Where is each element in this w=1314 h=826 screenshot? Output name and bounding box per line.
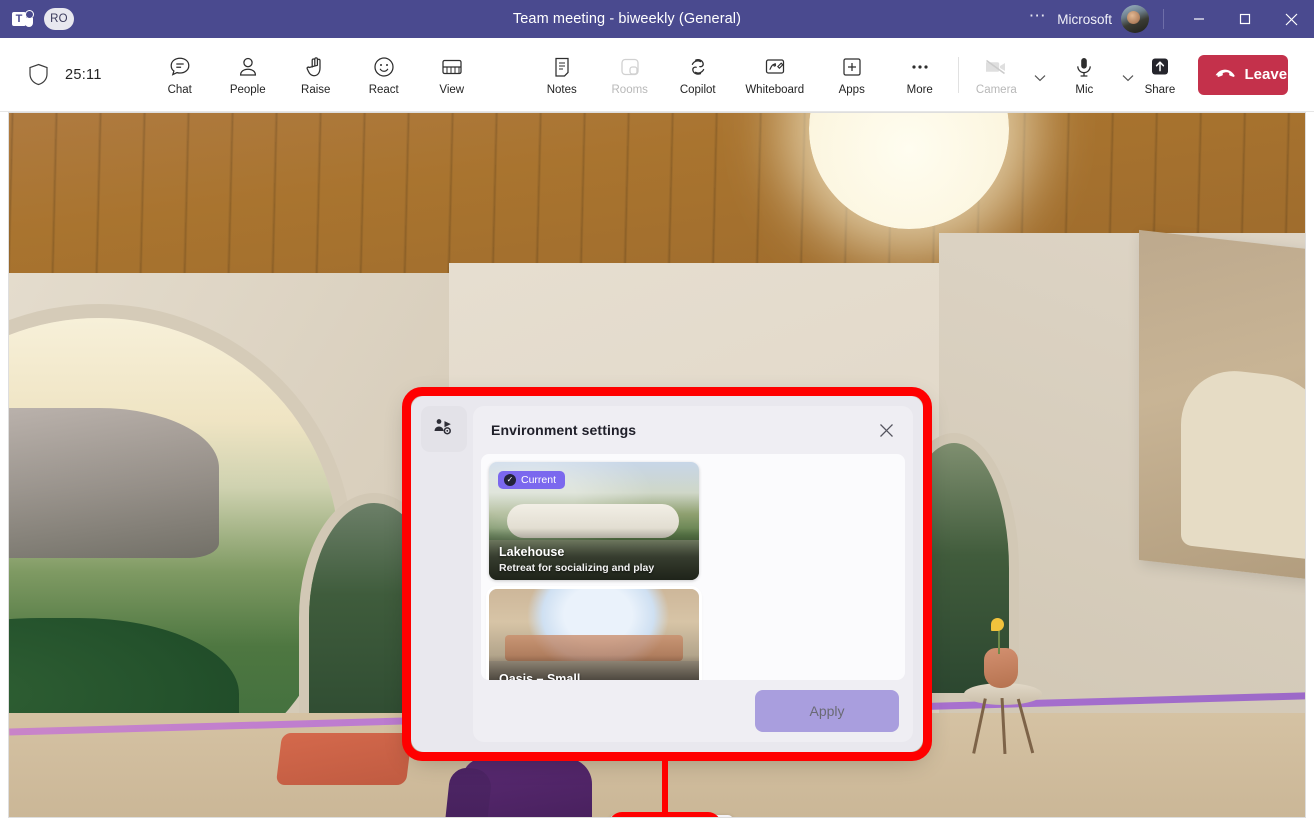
environment-description: Retreat for socializing and play — [499, 562, 654, 574]
environment-name: Oasis – Small — [499, 672, 580, 680]
dialog-title: Environment settings — [491, 422, 873, 438]
toolbar-item-label: Rooms — [612, 84, 648, 97]
org-label: Microsoft — [1057, 12, 1121, 27]
more-horizontal-icon — [908, 53, 932, 81]
account-badge[interactable]: RO — [44, 8, 74, 30]
shield-icon — [28, 63, 49, 86]
mic-options-chevron-down-icon[interactable] — [1118, 44, 1138, 106]
divider — [958, 57, 959, 93]
toolbar-react-button[interactable]: React — [350, 44, 418, 106]
share-screen-icon — [1147, 53, 1173, 81]
status-badge: ✓ Current — [498, 471, 565, 489]
divider — [1163, 9, 1164, 29]
scene-sofa — [276, 733, 412, 785]
immersive-meeting-stage[interactable]: Environment settings Team meeting - biwe… — [8, 112, 1306, 818]
dialog-close-button[interactable] — [873, 417, 899, 443]
close-button[interactable] — [1268, 0, 1314, 38]
environment-card-oasis-small[interactable]: Oasis – Small Meeting space for small gr… — [489, 589, 699, 680]
title-bar-right: ⋯ Microsoft — [954, 0, 1314, 38]
dialog-panel: Environment settings ✓ Current Lakehouse — [473, 406, 913, 742]
toolbar-rooms-button[interactable]: Rooms — [596, 44, 664, 106]
scene-user-avatar — [434, 758, 634, 818]
title-bar-left: T RO — [0, 8, 300, 30]
leave-button[interactable]: Leave — [1198, 55, 1288, 95]
toolbar-notes-button[interactable]: Notes — [528, 44, 596, 106]
toolbar-people-button[interactable]: People — [214, 44, 282, 106]
camera-options-chevron-down-icon[interactable] — [1030, 44, 1050, 106]
camera-toggle-button[interactable]: Camera — [962, 44, 1030, 106]
toolbar-chat-button[interactable]: Chat — [146, 44, 214, 106]
toolbar-item-label: React — [369, 84, 399, 97]
view-grid-icon — [440, 53, 464, 81]
close-icon — [879, 423, 894, 438]
minimize-button[interactable] — [1176, 0, 1222, 38]
user-avatar[interactable] — [1121, 5, 1149, 33]
environment-list: ✓ Current Lakehouse Retreat for socializ… — [481, 454, 905, 680]
toolbar-apps-group: Notes Rooms Copilot Whiteboard — [528, 44, 954, 106]
page-title: Team meeting - biweekly (General) — [300, 11, 954, 27]
react-smiley-icon — [372, 53, 396, 81]
environment-settings-icon — [432, 417, 456, 442]
teams-logo-icon: T — [12, 9, 34, 29]
scene-wall-art — [1139, 230, 1306, 586]
apps-plus-icon — [840, 53, 864, 81]
mic-toggle-button[interactable]: Mic — [1050, 44, 1118, 106]
chat-icon — [168, 53, 192, 81]
environment-settings-tooltip: Environment settings — [610, 815, 733, 818]
toolbar-apps-button[interactable]: Apps — [818, 44, 886, 106]
camera-control: Camera — [962, 44, 1050, 106]
title-bar: T RO Team meeting - biweekly (General) ⋯… — [0, 0, 1314, 38]
environment-card-lakehouse[interactable]: ✓ Current Lakehouse Retreat for socializ… — [489, 462, 699, 580]
dialog-rail — [411, 396, 473, 752]
toolbar-item-label: Copilot — [680, 84, 716, 97]
meeting-toolbar: 25:11 Chat People Raise — [0, 38, 1314, 112]
raise-hand-icon — [304, 53, 328, 81]
share-button[interactable]: Share — [1138, 44, 1181, 106]
microphone-icon — [1072, 53, 1096, 81]
toolbar-primary-group: Chat People Raise React — [146, 44, 486, 106]
maximize-button[interactable] — [1222, 0, 1268, 38]
mic-control: Mic — [1050, 44, 1138, 106]
scene-vase — [984, 648, 1018, 688]
status-badge-label: Current — [521, 474, 556, 486]
check-circle-icon: ✓ — [504, 474, 516, 486]
hang-up-icon — [1214, 66, 1236, 84]
copilot-icon — [686, 53, 710, 81]
whiteboard-icon — [763, 53, 787, 81]
camera-label: Camera — [976, 84, 1017, 97]
leave-main-action[interactable]: Leave — [1198, 55, 1288, 95]
toolbar-item-label: View — [439, 84, 464, 97]
scene-flower — [991, 618, 1005, 652]
teams-meeting-window: T RO Team meeting - biweekly (General) ⋯… — [0, 0, 1314, 826]
scene-side-table-legs — [974, 698, 1032, 756]
toolbar-view-button[interactable]: View — [418, 44, 486, 106]
dialog-tab-environment-settings[interactable] — [421, 406, 467, 452]
people-icon — [236, 53, 260, 81]
apply-button[interactable]: Apply — [755, 690, 899, 732]
camera-off-icon — [983, 53, 1009, 81]
toolbar-item-label: Chat — [168, 84, 192, 97]
toolbar-item-label: People — [230, 84, 266, 97]
share-label: Share — [1145, 84, 1176, 97]
mic-label: Mic — [1075, 84, 1093, 97]
toolbar-item-label: More — [907, 84, 933, 97]
toolbar-more-button[interactable]: More — [886, 44, 954, 106]
toolbar-raise-button[interactable]: Raise — [282, 44, 350, 106]
dialog-footer: Apply — [473, 680, 913, 742]
toolbar-item-label: Raise — [301, 84, 330, 97]
more-horizontal-icon[interactable]: ⋯ — [1029, 11, 1058, 27]
breakout-rooms-icon — [618, 53, 642, 81]
toolbar-item-label: Apps — [839, 84, 865, 97]
environment-settings-dialog: Environment settings ✓ Current Lakehouse — [411, 396, 923, 752]
meeting-timer: 25:11 — [65, 67, 102, 83]
dialog-header: Environment settings — [473, 406, 913, 454]
environment-name: Lakehouse — [499, 545, 564, 559]
toolbar-item-label: Whiteboard — [745, 84, 804, 97]
toolbar-whiteboard-button[interactable]: Whiteboard — [732, 44, 818, 106]
toolbar-item-label: Notes — [547, 84, 577, 97]
leave-label: Leave — [1245, 66, 1288, 83]
toolbar-copilot-button[interactable]: Copilot — [664, 44, 732, 106]
notes-icon — [550, 53, 574, 81]
